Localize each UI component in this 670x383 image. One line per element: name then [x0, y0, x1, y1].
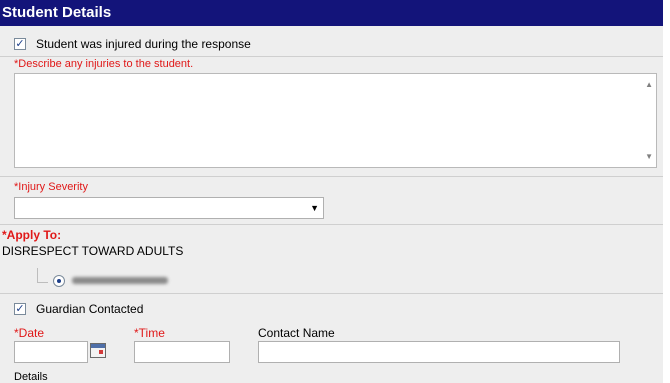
divider: [0, 56, 663, 57]
injured-checkbox[interactable]: ✓: [14, 38, 26, 50]
guardian-contacted-checkbox[interactable]: ✓: [14, 303, 26, 315]
section-header: Student Details: [0, 0, 663, 26]
contact-name-label: Contact Name: [258, 326, 335, 340]
describe-injuries-label: *Describe any injuries to the student.: [14, 58, 194, 70]
contact-name-input[interactable]: [258, 341, 620, 363]
time-label: *Time: [134, 326, 165, 340]
date-label: *Date: [14, 326, 45, 340]
time-input[interactable]: [134, 341, 230, 363]
apply-to-group: DISRESPECT TOWARD ADULTS: [2, 244, 184, 258]
date-input[interactable]: [14, 341, 88, 363]
calendar-icon[interactable]: [90, 343, 106, 358]
divider: [0, 293, 663, 294]
scroll-down-icon[interactable]: ▼: [645, 152, 653, 161]
divider: [0, 224, 663, 225]
student-radio[interactable]: [53, 275, 65, 287]
injury-severity-select[interactable]: ▼: [14, 197, 324, 219]
apply-to-label: *Apply To:: [2, 228, 62, 242]
details-label: Details: [14, 371, 48, 383]
tree-connector: [37, 268, 48, 283]
describe-injuries-textarea[interactable]: ▲ ▼: [14, 73, 657, 168]
scroll-up-icon[interactable]: ▲: [645, 80, 653, 89]
injury-severity-label: *Injury Severity: [14, 181, 88, 193]
divider: [0, 176, 663, 177]
guardian-contacted-label: Guardian Contacted: [36, 302, 144, 316]
student-details-panel: Student Details ✓ Student was injured du…: [0, 0, 663, 383]
redacted-student-name: [72, 277, 168, 284]
injured-checkbox-label: Student was injured during the response: [36, 37, 251, 51]
chevron-down-icon[interactable]: ▼: [310, 203, 319, 213]
